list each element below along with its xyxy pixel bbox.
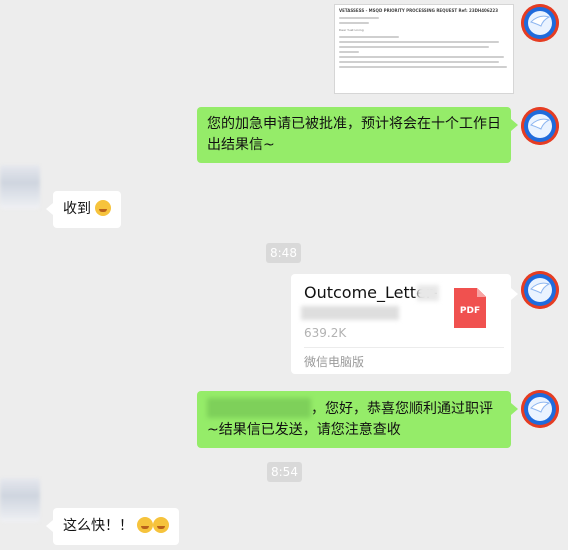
screenshot-greeting: Dear Yuet Lining — [339, 28, 364, 32]
redacted-text — [301, 306, 399, 320]
file-size: 639.2K — [304, 326, 347, 340]
avatar-icon[interactable] — [521, 4, 559, 42]
avatar-icon[interactable] — [0, 165, 40, 209]
message-bubble-approved[interactable]: 您的加急申请已被批准，预计将会在十个工作日出结果信~ — [197, 107, 518, 163]
message-text: 这么快！！ — [63, 518, 133, 534]
hands-over-mouth-emoji-icon — [153, 517, 170, 533]
message-bubble-congrats[interactable]: ，您好，恭喜您顺利通过职评~结果信已发送，请您注意查收 — [197, 391, 518, 448]
avatar-icon[interactable] — [521, 390, 559, 428]
redacted-name — [207, 398, 311, 418]
timestamp: 8:54 — [267, 462, 302, 482]
message-bubble-received[interactable]: 收到 — [45, 191, 122, 228]
avatar-icon[interactable] — [521, 107, 559, 145]
screenshot-title: VETASSESS - MSQD PRIORITY PROCESSING REQ… — [339, 8, 498, 13]
pdf-fold-corner — [477, 288, 486, 297]
timestamp: 8:48 — [266, 243, 301, 263]
pdf-label: PDF — [459, 306, 481, 316]
message-text: 收到 — [63, 201, 91, 217]
divider — [304, 347, 504, 348]
hands-over-mouth-emoji-icon — [137, 517, 154, 533]
message-text: 您的加急申请已被批准，预计将会在十个工作日出结果信~ — [207, 116, 501, 153]
file-message-card[interactable]: Outcome_Letter- 639.2K PDF 微信电脑版 — [291, 274, 518, 374]
avatar-icon[interactable] — [0, 478, 40, 522]
file-source: 微信电脑版 — [304, 355, 365, 369]
email-screenshot-image[interactable]: VETASSESS - MSQD PRIORITY PROCESSING REQ… — [334, 4, 514, 94]
message-bubble-fast[interactable]: 这么快！！ — [45, 508, 180, 545]
smile-emoji-icon — [95, 200, 112, 216]
avatar-icon[interactable] — [521, 271, 559, 309]
redacted-text — [417, 285, 439, 301]
